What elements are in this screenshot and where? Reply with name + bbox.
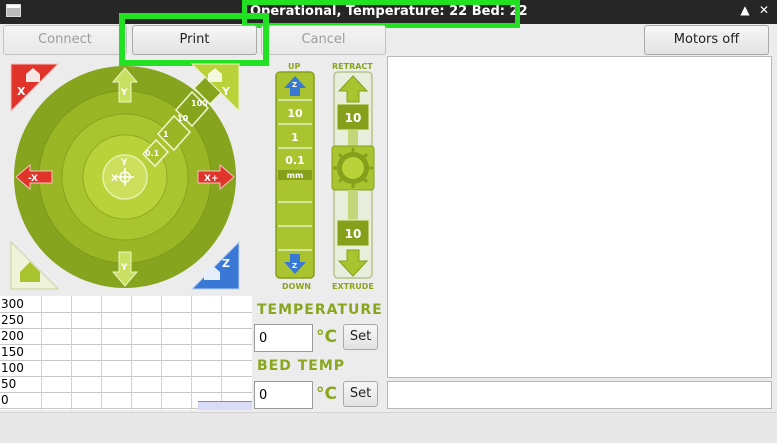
title-bar: Operational, Temperature: 22 Bed: 22 ▲ ✕ — [0, 0, 777, 24]
bed-temp-unit: °C — [316, 384, 337, 404]
svg-text:Z: Z — [292, 262, 297, 270]
graph-tick-300: 300 — [1, 297, 24, 311]
y-minus-label: Y — [120, 263, 128, 273]
z-down-label: DOWN — [282, 282, 311, 291]
command-input[interactable] — [387, 381, 772, 409]
temperature-label: TEMPERATURE — [257, 302, 383, 318]
graph-tick-50: 50 — [1, 377, 17, 391]
extrude-amount[interactable]: 10 — [345, 227, 362, 241]
step-label-01[interactable]: 0.1 — [145, 149, 160, 158]
x-minus-label: -X — [28, 174, 38, 184]
retract-label: RETRACT — [332, 62, 373, 71]
connect-button[interactable]: Connect — [3, 25, 127, 55]
center-x-label: X — [111, 174, 118, 184]
temperature-input[interactable] — [254, 324, 313, 352]
status-bar — [0, 412, 777, 443]
home-y-label: Y — [221, 85, 231, 98]
bed-temp-set-button[interactable]: Set — [343, 381, 378, 407]
temperature-graph: 300 250 200 150 100 50 0 — [0, 296, 252, 410]
console-log[interactable] — [387, 56, 772, 378]
x-plus-label: X+ — [204, 174, 218, 184]
graph-tick-150: 150 — [1, 345, 24, 359]
step-label-100[interactable]: 100 — [191, 99, 208, 108]
z-unit-label: mm — [287, 171, 304, 180]
close-icon[interactable]: ✕ — [757, 3, 771, 17]
graph-tick-100: 100 — [1, 361, 24, 375]
extruder-control[interactable]: RETRACT 10 10 EXTRUDE — [328, 60, 378, 292]
cancel-button[interactable]: Cancel — [261, 25, 386, 55]
z-up-label: UP — [288, 62, 300, 71]
window-icon[interactable] — [6, 4, 21, 17]
window-title: Operational, Temperature: 22 Bed: 22 — [250, 4, 528, 19]
home-x-label: X — [17, 85, 26, 98]
bed-temp-label: BED TEMP — [257, 358, 346, 374]
graph-tick-0: 0 — [1, 393, 9, 407]
bed-temp-input[interactable] — [254, 381, 313, 409]
retract-amount[interactable]: 10 — [345, 111, 362, 125]
z-step-10[interactable]: 10 — [287, 107, 303, 120]
home-z-label: Z — [222, 257, 230, 270]
graph-tick-200: 200 — [1, 329, 24, 343]
z-step-01[interactable]: 0.1 — [285, 154, 305, 167]
graph-tick-250: 250 — [1, 313, 24, 327]
svg-text:Z: Z — [292, 81, 297, 89]
print-button[interactable]: Print — [132, 25, 257, 55]
motors-off-button[interactable]: Motors off — [644, 25, 769, 55]
graph-temperature-trace — [198, 401, 252, 410]
z-step-1[interactable]: 1 — [291, 131, 299, 144]
maximize-icon[interactable]: ▲ — [738, 3, 752, 17]
extrude-label: EXTRUDE — [332, 282, 374, 291]
temperature-set-button[interactable]: Set — [343, 324, 378, 350]
z-jog-control[interactable]: UP Z 10 1 0.1 mm Z DOWN — [272, 60, 320, 292]
center-y-label: Y — [120, 158, 128, 168]
y-plus-label: Y — [120, 88, 128, 98]
step-label-10[interactable]: 10 — [177, 114, 189, 123]
temperature-unit: °C — [316, 327, 337, 347]
step-label-1[interactable]: 1 — [163, 130, 169, 139]
xy-jog-control[interactable]: X Y 0.1 1 10 100 Y Y -X X+ X Y Z — [8, 60, 254, 296]
